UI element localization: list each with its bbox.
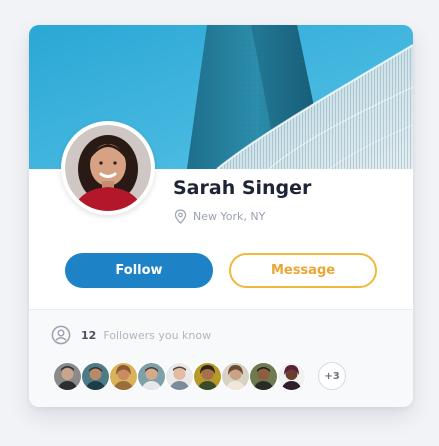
message-button[interactable]: Message	[229, 253, 377, 288]
followers-count: 12	[81, 328, 97, 342]
followers-summary: 12 Followers you know	[51, 325, 211, 345]
follower-avatar[interactable]	[53, 362, 82, 391]
map-pin-icon	[174, 209, 187, 224]
follower-avatar[interactable]	[81, 362, 110, 391]
followers-label: Followers you know	[103, 328, 212, 342]
avatar-photo	[65, 125, 151, 211]
follower-avatar[interactable]	[165, 362, 194, 391]
location-text: New York, NY	[193, 210, 266, 223]
follower-avatar[interactable]	[249, 362, 278, 391]
follower-avatar[interactable]	[193, 362, 222, 391]
profile-name: Sarah Singer	[173, 177, 312, 199]
profile-card: Sarah Singer New York, NY Follow Message…	[29, 25, 413, 407]
follower-avatars	[53, 362, 306, 391]
follower-avatar[interactable]	[109, 362, 138, 391]
follower-avatar[interactable]	[137, 362, 166, 391]
profile-location: New York, NY	[174, 209, 265, 224]
user-circle-icon	[51, 325, 71, 345]
follower-avatar[interactable]	[277, 362, 306, 391]
profile-avatar[interactable]	[61, 121, 155, 215]
follower-avatar[interactable]	[221, 362, 250, 391]
follow-button[interactable]: Follow	[65, 253, 213, 288]
more-followers-button[interactable]: +3	[318, 362, 346, 390]
